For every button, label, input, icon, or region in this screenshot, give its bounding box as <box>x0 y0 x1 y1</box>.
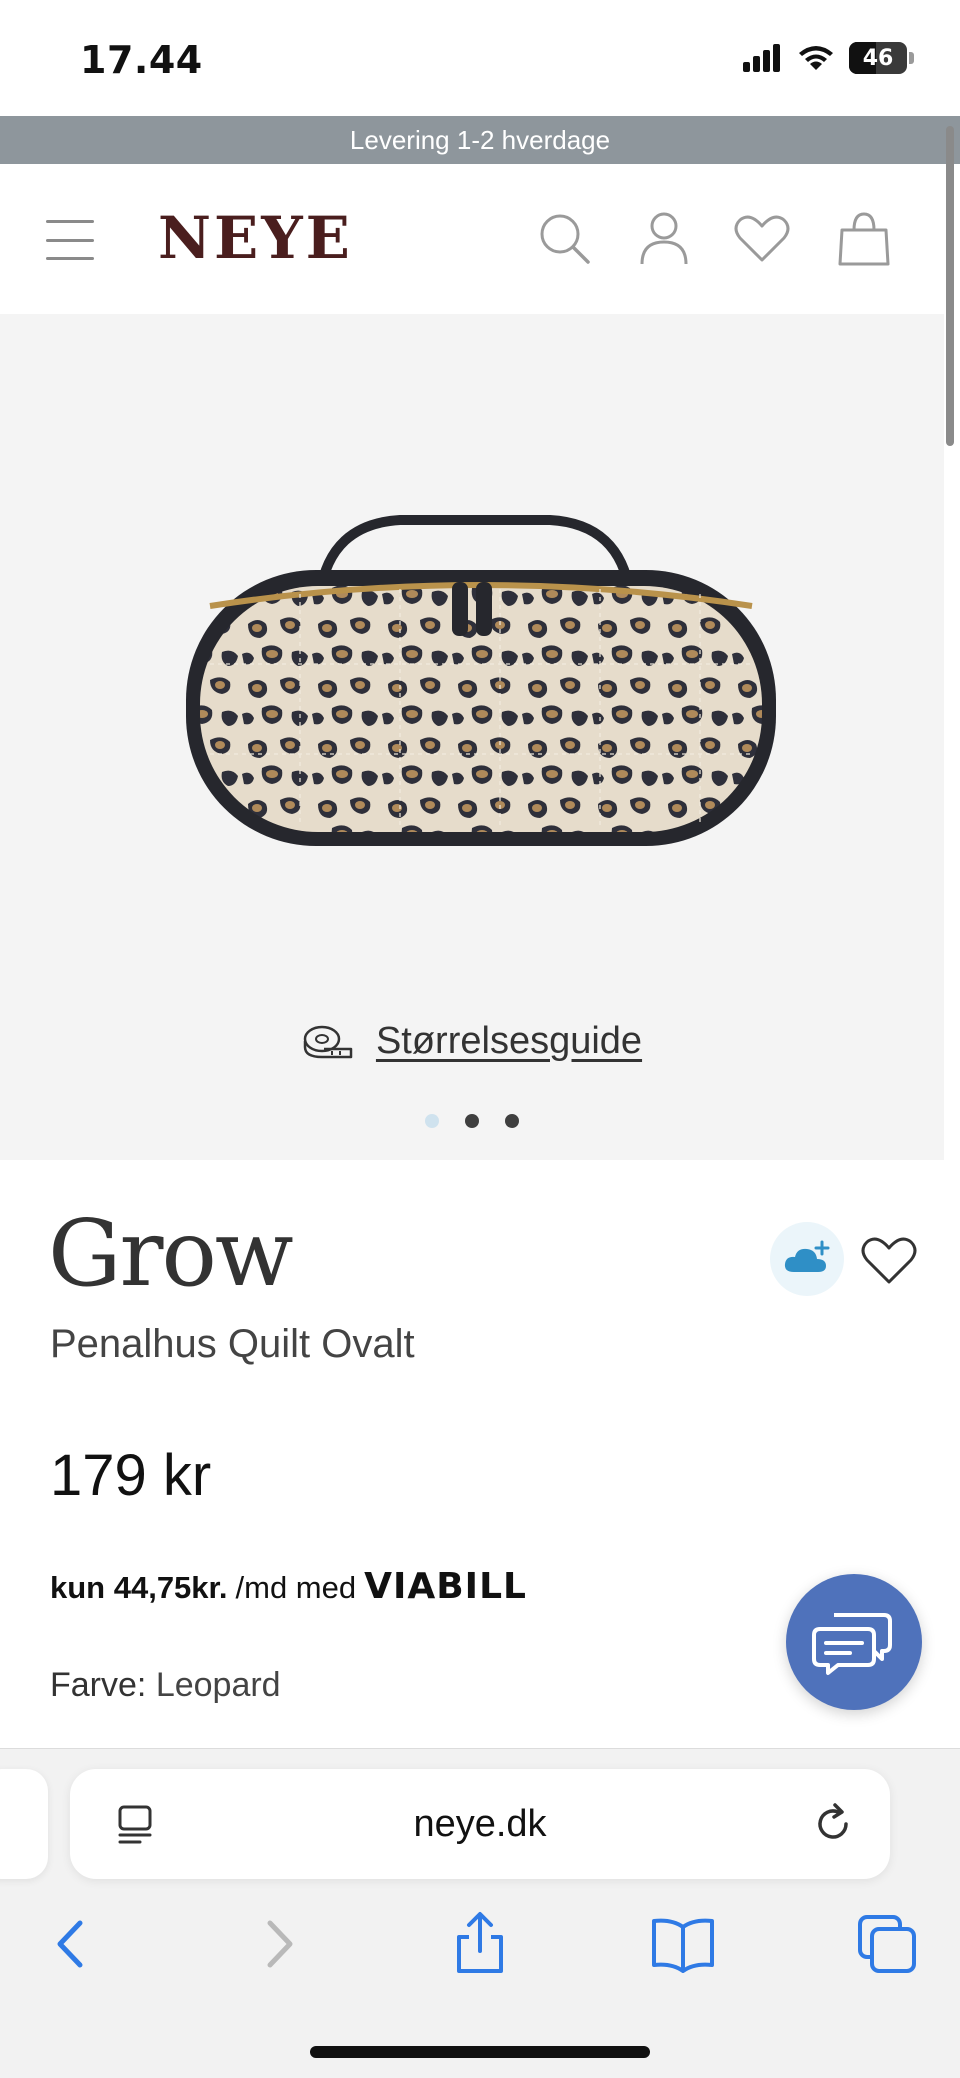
cloud-plus-icon <box>784 1240 830 1272</box>
bookmarks-icon[interactable] <box>648 1909 718 1979</box>
browser-chrome: neye.dk <box>0 1748 960 2078</box>
size-guide-link[interactable]: Størrelsesguide <box>0 1020 944 1063</box>
color-row: Farve: Leopard <box>50 1666 281 1705</box>
battery-tip <box>909 52 914 64</box>
product-price: 179 kr <box>50 1443 212 1508</box>
viabill-logo: VIABILL <box>364 1566 527 1607</box>
color-label: Farve: <box>50 1666 147 1704</box>
menu-icon[interactable] <box>46 220 94 260</box>
product-brand[interactable]: Grow <box>48 1200 294 1307</box>
pagination-dot-3[interactable] <box>505 1114 519 1128</box>
installment-info[interactable]: kun 44,75kr. /md med VIABILL <box>50 1566 527 1607</box>
pagination-dot-1[interactable] <box>425 1114 439 1128</box>
chat-bubbles-icon <box>812 1613 892 1675</box>
status-bar: 17.44 46 <box>0 0 960 116</box>
cloud-add-button[interactable] <box>770 1222 844 1296</box>
forward-icon[interactable] <box>244 1909 314 1979</box>
battery-label: 46 <box>862 45 894 71</box>
account-icon[interactable] <box>634 208 694 268</box>
home-indicator[interactable] <box>310 2046 650 2058</box>
cellular-signal-icon <box>743 44 780 72</box>
color-value: Leopard <box>155 1666 281 1704</box>
gallery-pagination <box>0 1114 944 1128</box>
search-icon[interactable] <box>534 208 594 268</box>
wishlist-heart-icon[interactable] <box>858 1230 920 1290</box>
installment-amount: kun 44,75kr. <box>50 1570 228 1605</box>
tabs-icon[interactable] <box>852 1909 922 1979</box>
site-header: NEYE <box>0 164 960 314</box>
promo-text: Levering 1-2 hverdage <box>349 124 611 155</box>
status-icons: 46 <box>743 42 914 74</box>
reload-icon[interactable] <box>808 1799 858 1849</box>
status-time: 17.44 <box>80 38 203 82</box>
measuring-tape-icon <box>303 1025 353 1058</box>
pagination-dot-2[interactable] <box>465 1114 479 1128</box>
wifi-icon <box>799 46 833 70</box>
product-name: Penalhus Quilt Ovalt <box>50 1322 415 1366</box>
address-bar[interactable]: neye.dk <box>70 1769 890 1879</box>
site-logo[interactable]: NEYE <box>158 204 353 272</box>
chat-button[interactable] <box>786 1574 922 1710</box>
back-icon[interactable] <box>36 1909 106 1979</box>
product-image[interactable] <box>170 494 790 874</box>
installment-suffix: /md med <box>235 1570 357 1605</box>
size-guide-label[interactable]: Størrelsesguide <box>376 1020 642 1063</box>
heart-icon[interactable] <box>732 208 792 268</box>
shopping-bag-icon[interactable] <box>834 208 894 268</box>
page-scrollbar[interactable] <box>946 126 954 446</box>
battery-indicator: 46 <box>849 42 907 74</box>
previous-tab-peek[interactable] <box>0 1769 48 1879</box>
share-icon[interactable] <box>445 1909 515 1979</box>
product-gallery[interactable]: Størrelsesguide <box>0 314 944 1160</box>
promo-bar: Levering 1-2 hverdage <box>0 116 960 164</box>
url-text[interactable]: neye.dk <box>70 1803 890 1846</box>
